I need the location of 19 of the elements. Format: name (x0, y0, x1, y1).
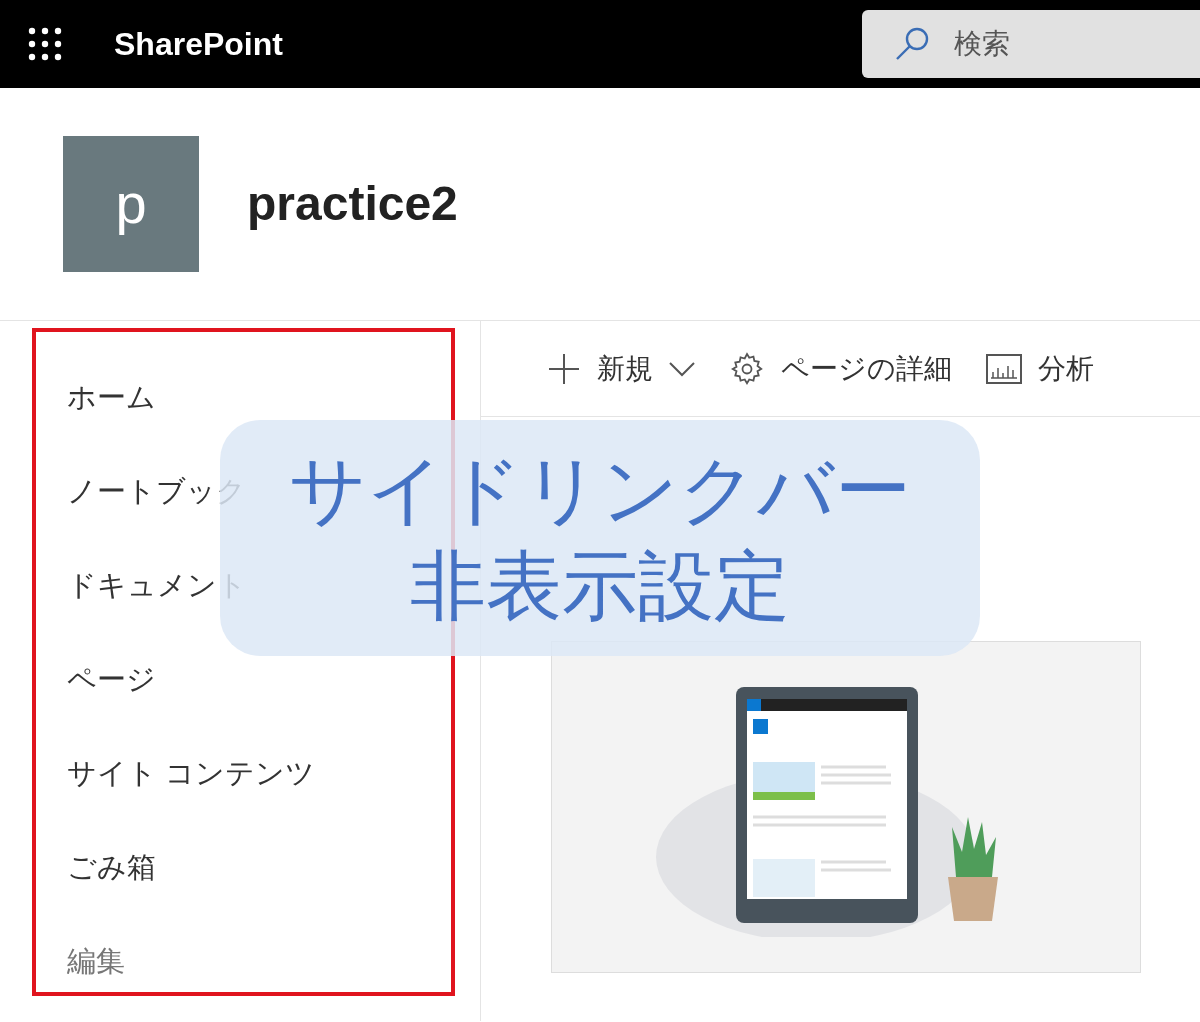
search-field[interactable]: 検索 (862, 10, 1200, 78)
callout-text: サイドリンクバー (289, 446, 911, 534)
callout-text: 非表示設定 (410, 542, 790, 630)
chevron-down-icon (669, 360, 695, 377)
app-name[interactable]: SharePoint (114, 20, 283, 68)
details-button[interactable]: ページの詳細 (729, 347, 952, 390)
plus-icon (547, 351, 581, 386)
new-button[interactable]: 新規 (547, 347, 695, 390)
nav-link[interactable]: ごみ箱 (67, 821, 156, 915)
site-title[interactable]: practice2 (247, 168, 458, 240)
edit-link[interactable]: 編集 (67, 915, 125, 1009)
nav-link[interactable]: サイト コンテンツ (67, 727, 316, 821)
gear-icon (729, 350, 765, 387)
app-launcher-icon[interactable] (28, 27, 62, 61)
chart-icon (986, 353, 1022, 384)
analytics-button[interactable]: 分析 (986, 347, 1094, 390)
nav-link[interactable]: ホーム (67, 351, 156, 445)
nav-link[interactable]: ページ (67, 633, 156, 727)
site-logo: p (63, 136, 199, 272)
